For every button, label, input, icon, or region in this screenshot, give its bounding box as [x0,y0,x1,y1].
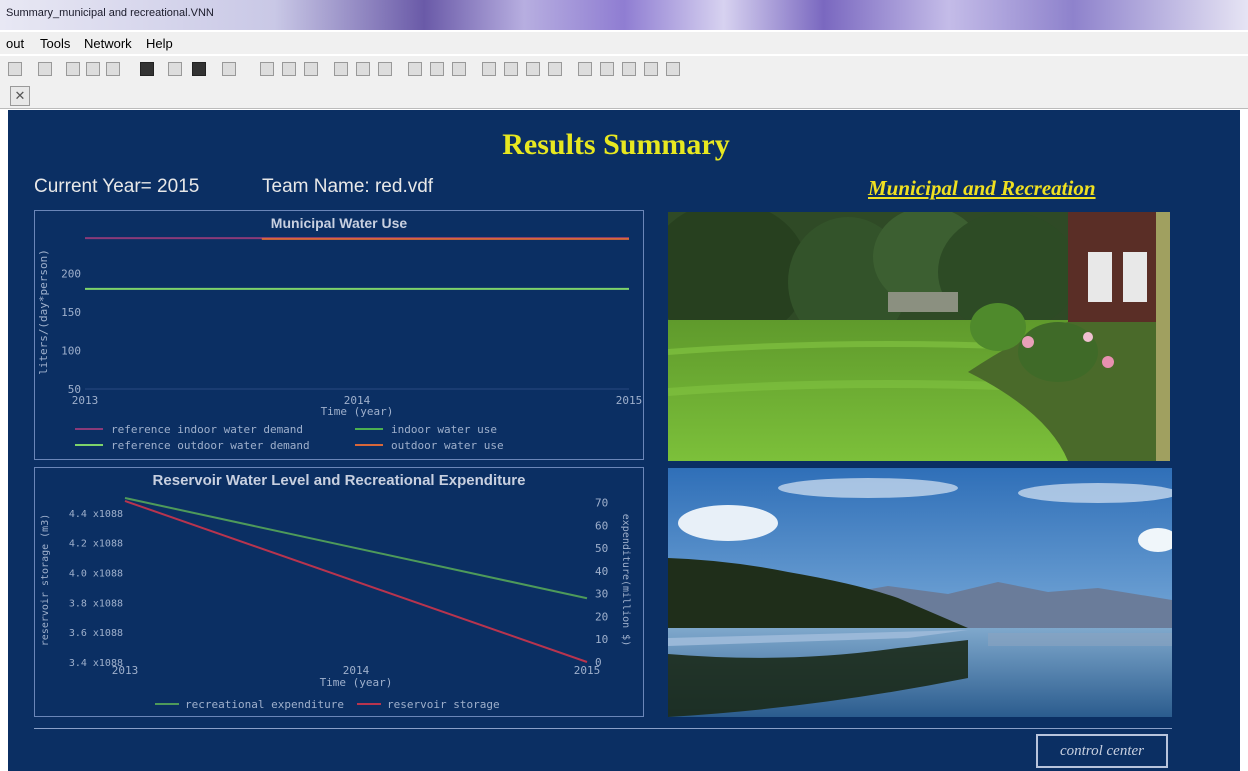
chart2-y-tick-right: 30 [595,588,608,601]
window-title: Summary_municipal and recreational.VNN [6,7,214,19]
bottom-divider [34,728,1172,729]
toolbar-rect-icon[interactable] [548,62,562,76]
chart2-y-label-right: expenditure(million $) [620,514,631,646]
toolbar-list-icon[interactable] [378,62,392,76]
chart2-legend-label: reservoir storage [387,698,500,711]
secondary-toolbar: ✕ [0,82,1248,109]
chart1-x-tick: 2013 [72,394,99,407]
toolbar-sheet-icon[interactable] [666,62,680,76]
chart2-series-line [124,500,588,663]
toolbar-axis-icon[interactable] [504,62,518,76]
chart1-y-tick: 200 [61,268,81,281]
toolbar-text-icon[interactable] [282,62,296,76]
chart2-legend-label: recreational expenditure [185,698,344,711]
chart1-x-label: Time (year) [321,405,394,418]
toolbar-tool-icon[interactable] [66,62,80,76]
toolbar-help-icon[interactable] [168,62,182,76]
menu-item-tools[interactable]: Tools [40,36,70,51]
toolbar-line-icon[interactable] [644,62,658,76]
chart2-y-label: reservoir storage (m3) [40,514,51,646]
chart1-x-tick: 2015 [616,394,643,407]
toolbar [0,56,1248,82]
toolbar-table-icon[interactable] [356,62,370,76]
menu-item-help[interactable]: Help [146,36,173,51]
close-icon[interactable]: ✕ [10,86,30,106]
toolbar-arrow-icon[interactable] [8,62,22,76]
toolbar-check-icon[interactable] [222,62,236,76]
lawn-garden-photo [668,212,1170,461]
chart1-y-tick: 150 [61,306,81,319]
page-title: Results Summary [502,128,730,161]
toolbar-frame-icon[interactable] [452,62,466,76]
chart2-x-tick: 2013 [112,664,139,677]
menu-bar: out Tools Network Help [0,32,1248,54]
menu-item-out[interactable]: out [6,36,24,51]
chart2-y-tick: 3.6 x1088 [69,628,123,639]
toolbar-document-icon[interactable] [38,62,52,76]
chart2-y-tick: 4.2 x1088 [69,539,123,550]
reservoir-chart: 3.4 x10883.6 x10883.8 x10884.0 x10884.2 … [40,497,631,711]
lake-mountains-photo [668,468,1172,717]
toolbar-lamp-icon[interactable] [622,62,636,76]
chart2-y-tick: 4.0 x1088 [69,569,123,580]
reservoir-chart-panel: Reservoir Water Level and Recreational E… [34,467,644,717]
municipal-water-chart: 501001502002013 2014 2015Time (year)liters… [37,237,643,452]
team-name: Team Name: red.vdf [262,176,434,197]
toolbar-print-icon[interactable] [140,62,154,76]
chart2-y-tick: 3.8 x1088 [69,598,123,609]
chart2-y-tick-right: 60 [595,519,608,532]
chart2-y-tick: 4.4 x1088 [69,509,123,520]
chart2-y-tick-right: 50 [595,542,608,555]
window-titlebar: Summary_municipal and recreational.VNN [0,0,1248,30]
toolbar-box-icon[interactable] [260,62,274,76]
toolbar-link-icon[interactable] [334,62,348,76]
chart2-y-tick-right: 10 [595,633,608,646]
chart1-y-label: liters/(day*person) [37,249,50,375]
chart1-legend-label: outdoor water use [391,439,504,452]
municipal-recreation-link[interactable]: Municipal and Recreation [868,176,1096,201]
chart2-x-tick: 2015 [574,664,601,677]
chart2-y-tick-right: 20 [595,610,608,623]
municipal-water-chart-panel: Municipal Water Use 50 100 150 200 2013 2014 2… [34,210,644,460]
control-center-button[interactable]: control center [1036,734,1168,768]
chart1-legend-label: reference outdoor water demand [111,439,310,452]
chart2-series-line [124,497,588,600]
toolbar-grid-icon[interactable] [86,62,100,76]
toolbar-pointer-icon[interactable] [578,62,592,76]
toolbar-circle-icon[interactable] [304,62,318,76]
toolbar-chart-icon[interactable] [408,62,422,76]
chart2-y-tick-right: 40 [595,565,608,578]
menu-item-network[interactable]: Network [84,36,132,51]
toolbar-grid2-icon[interactable] [600,62,614,76]
current-year: Current Year= 2015 [34,176,200,197]
chart1-y-tick: 100 [61,345,81,358]
toolbar-window-icon[interactable] [106,62,120,76]
chart1-legend-label: reference indoor water demand [111,423,303,436]
toolbar-pin-icon[interactable] [192,62,206,76]
chart2-y-tick-right: 70 [595,497,608,510]
chart2-x-label: Time (year) [320,676,393,689]
toolbar-panel-icon[interactable] [430,62,444,76]
toolbar-plot-icon[interactable] [526,62,540,76]
toolbar-graph-icon[interactable] [482,62,496,76]
chart1-legend-label: indoor water use [391,423,497,436]
